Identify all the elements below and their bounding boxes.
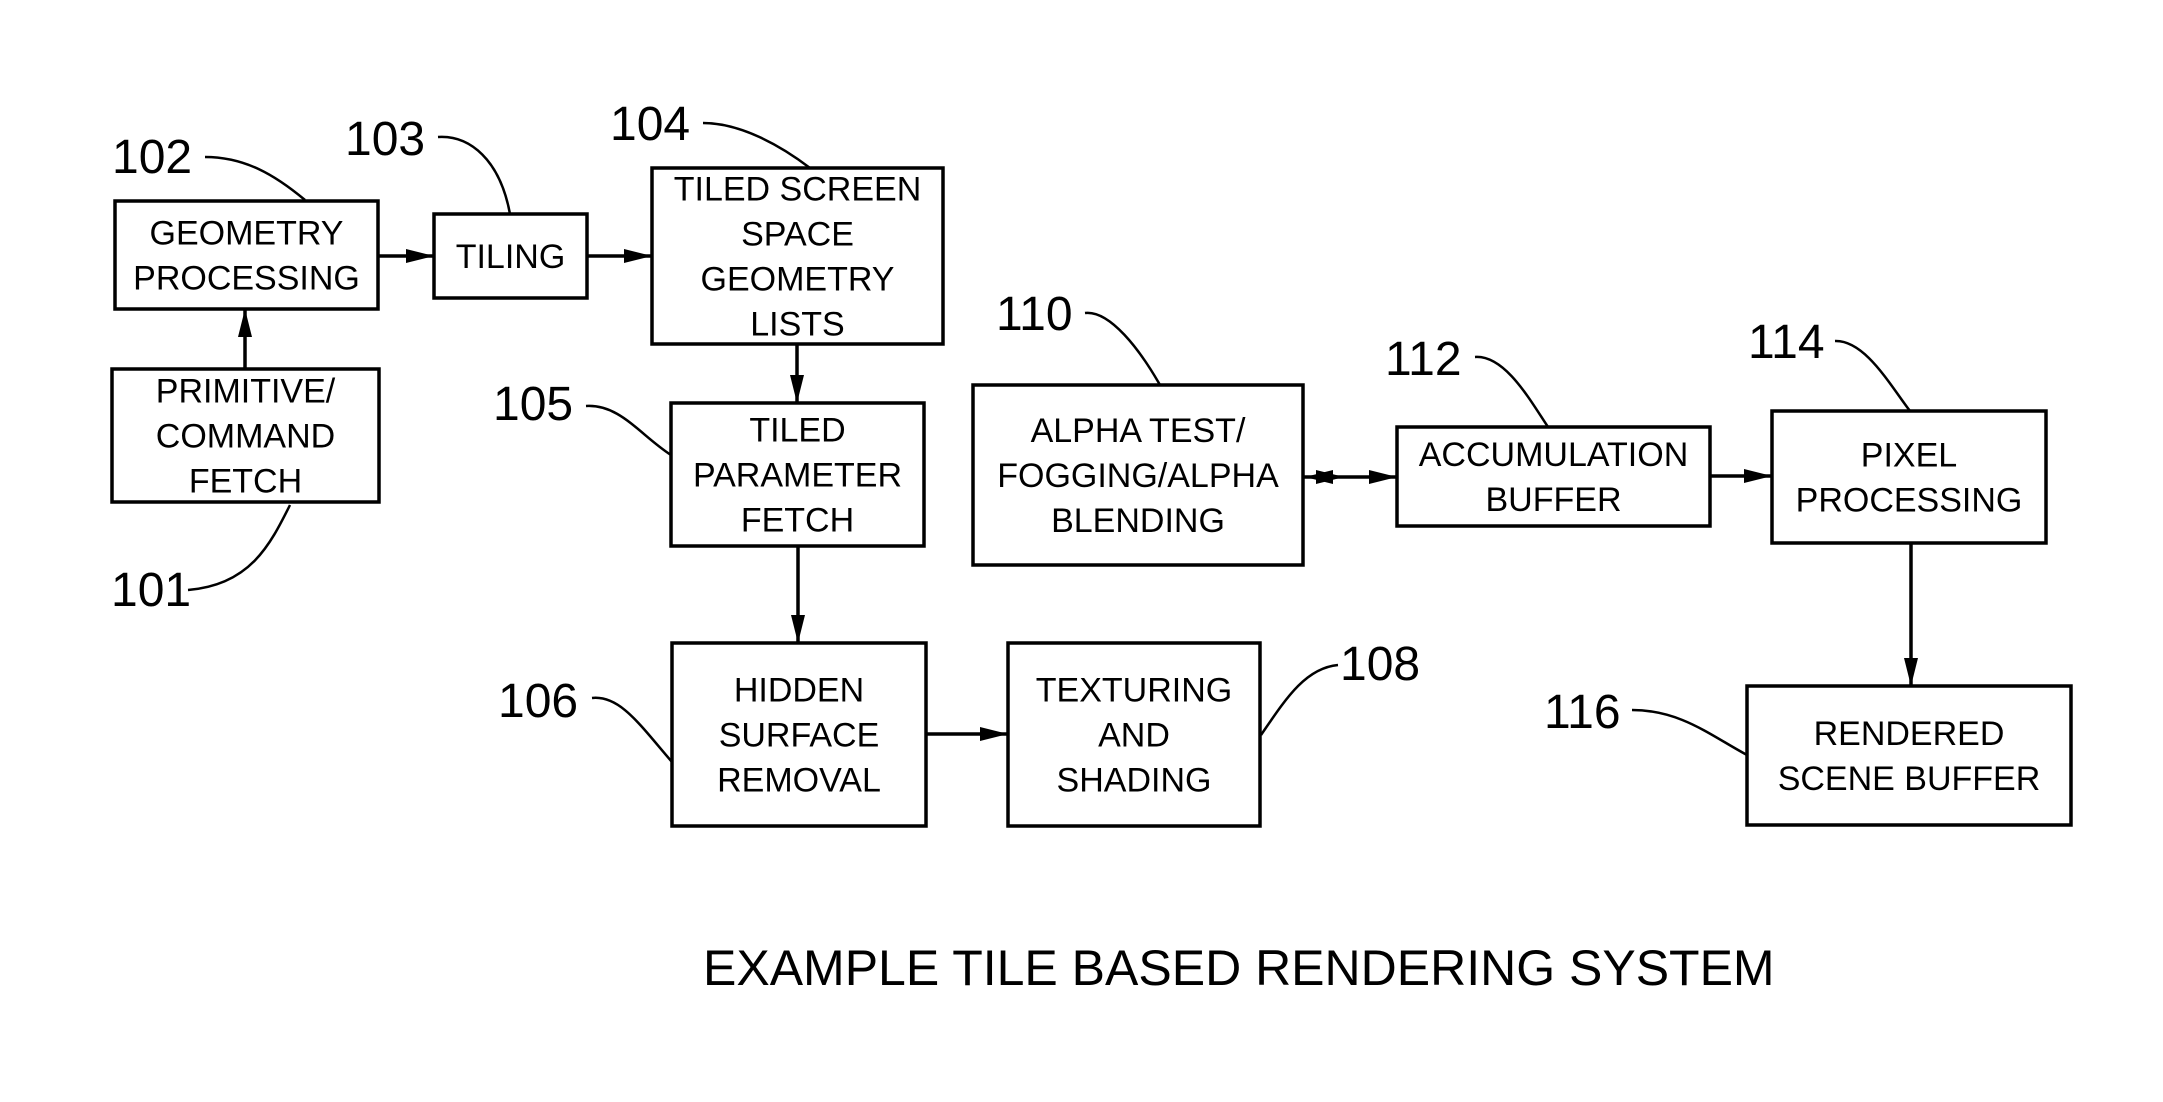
block-101: PRIMITIVE/COMMAND FETCH (110, 367, 381, 504)
ref-numeral-110: 110 (996, 288, 1073, 341)
block-116-label-line: RENDERED (1814, 715, 2005, 753)
connector-103-104 (587, 249, 652, 263)
block-104-label-line: TILED SCREEN (674, 171, 922, 209)
ref-numeral-102: 102 (112, 131, 192, 184)
block-106-label-line: HIDDEN (734, 672, 864, 710)
connector-101-102 (238, 309, 252, 369)
leader-line-110 (1084, 311, 1162, 386)
blocks: PRIMITIVE/COMMAND FETCH GEOMETRY PROCESSING… (110, 166, 2073, 828)
ref-numeral-106: 106 (498, 675, 578, 728)
block-104-label-line: GEOMETRY (701, 261, 895, 299)
block-116-frame (1745, 684, 2073, 827)
leader-line-114 (1834, 339, 1911, 412)
block-108-label-line: SHADING (1057, 762, 1212, 800)
figure-caption: EXAMPLE TILE BASED RENDERING SYSTEM (703, 940, 1775, 996)
block-116: RENDERED SCENE BUFFER (1745, 684, 2073, 827)
arrowhead-103-104 (624, 249, 652, 263)
block-112: ACCUMULATION BUFFER (1395, 425, 1712, 528)
leader-line-102 (204, 155, 306, 201)
block-101-label-line: COMMAND (156, 418, 335, 456)
block-110-label-line: FOGGING/ALPHA (997, 457, 1279, 495)
block-105-label-line: FETCH (741, 502, 854, 540)
block-105-label-line: TILED (749, 412, 845, 450)
tile-rendering-diagram: PRIMITIVE/COMMAND FETCH GEOMETRY PROCESSING… (110, 98, 2073, 996)
ref-numeral-103: 103 (345, 113, 425, 166)
connector-102-103 (378, 249, 434, 263)
block-108-label-line: TEXTURING (1036, 672, 1232, 710)
leader-line-101 (187, 504, 292, 592)
block-110-label-line: BLENDING (1051, 502, 1225, 540)
leader-line-106 (591, 696, 673, 763)
arrowhead-105-106 (791, 615, 805, 643)
block-114-label-line: PROCESSING (1796, 482, 2023, 520)
block-108: TEXTURING AND SHADING (1006, 641, 1262, 828)
block-114-label-line: PIXEL (1861, 437, 1957, 475)
block-103-label-line: TILING (456, 238, 566, 276)
block-106-label-line: REMOVAL (717, 762, 881, 800)
block-106-label-line: SURFACE (719, 717, 880, 755)
block-112-label-line: ACCUMULATION (1419, 436, 1689, 474)
connector-110-112 (1303, 470, 1397, 484)
leader-line-104 (702, 121, 811, 169)
block-112-label-line: BUFFER (1486, 481, 1622, 519)
block-114-frame (1770, 409, 2048, 545)
ref-numeral-104: 104 (610, 98, 690, 151)
ref-numeral-108: 108 (1340, 638, 1420, 691)
block-105-label-line: PARAMETER (693, 457, 902, 495)
leader-line-108 (1259, 663, 1339, 736)
block-104: TILED SCREEN SPACE GEOMETRY LISTS (650, 166, 945, 346)
block-101-label-line: PRIMITIVE/ (156, 373, 336, 411)
block-101-label-line: FETCH (189, 463, 302, 501)
block-108-label-line: AND (1098, 717, 1170, 755)
block-103: TILING (432, 212, 589, 300)
arrowhead-104-105 (790, 375, 804, 403)
block-102: GEOMETRY PROCESSING (113, 199, 380, 311)
arrowhead-114-116 (1904, 658, 1918, 686)
connector-105-106 (791, 546, 805, 643)
block-102-label-line: PROCESSING (133, 260, 360, 298)
leader-line-112 (1474, 355, 1550, 428)
ref-numeral-101: 101 (111, 564, 191, 617)
arrowhead-110-112-fwd (1369, 470, 1397, 484)
connector-112-114 (1710, 469, 1772, 483)
connector-104-105 (790, 344, 804, 403)
connector-106-108 (926, 727, 1008, 741)
block-110-label-line: ALPHA TEST/ (1031, 412, 1246, 450)
block-116-label-line: SCENE BUFFER (1778, 760, 2041, 798)
leader-line-103 (437, 135, 512, 215)
arrowhead-106-108 (980, 727, 1008, 741)
block-104-label-line: LISTS (750, 306, 844, 344)
arrowhead-101-102 (238, 309, 252, 337)
block-114: PIXEL PROCESSING (1770, 409, 2048, 545)
ref-numeral-116: 116 (1544, 686, 1621, 739)
connector-114-116 (1904, 543, 1918, 686)
leader-line-105 (585, 404, 672, 457)
ref-numeral-112: 112 (1385, 333, 1462, 386)
leader-line-116 (1631, 708, 1748, 757)
block-104-label-line: SPACE (741, 216, 854, 254)
arrowhead-112-114 (1744, 469, 1772, 483)
block-105: TILED PARAMETER FETCH (669, 401, 926, 548)
block-110: ALPHA TEST/FOGGING/ALPHA BLENDING (971, 383, 1305, 567)
ref-numeral-105: 105 (493, 378, 573, 431)
ref-numeral-114: 114 (1748, 316, 1825, 369)
block-106: HIDDEN SURFACE REMOVAL (670, 641, 928, 828)
block-102-label-line: GEOMETRY (150, 215, 344, 253)
arrowhead-102-103 (406, 249, 434, 263)
